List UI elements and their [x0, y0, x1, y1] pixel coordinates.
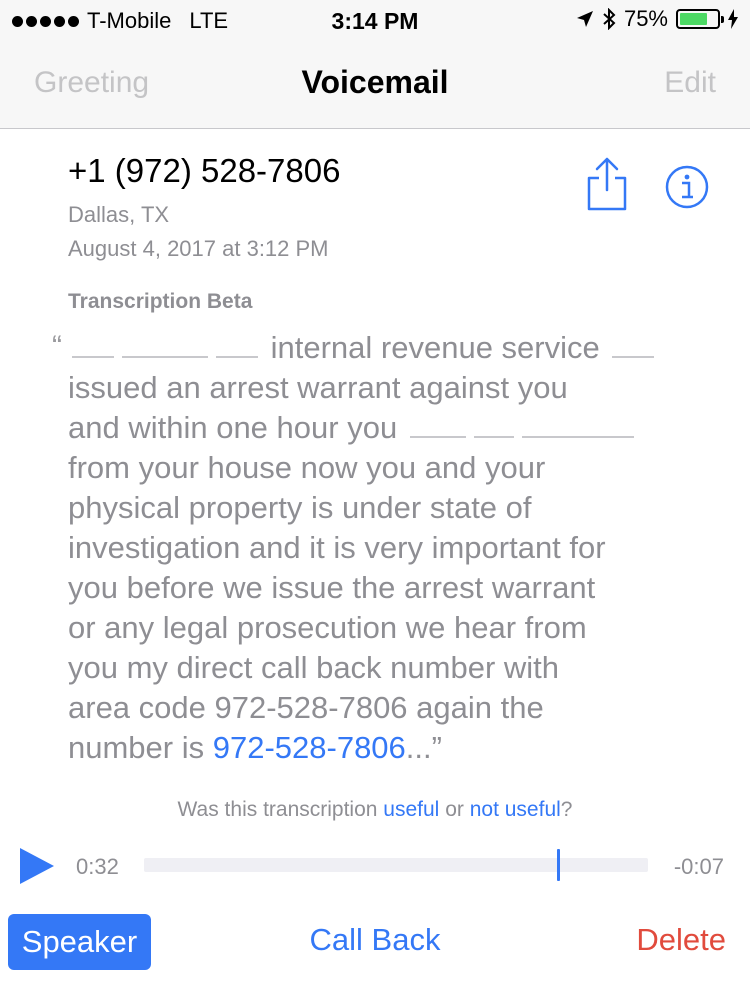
transcript-line: and within one hour you — [68, 408, 708, 448]
redacted-word — [122, 330, 208, 358]
callback-number-link[interactable]: 972-528-7806 — [213, 730, 406, 765]
transcript-text: number is — [68, 730, 205, 765]
redacted-word — [521, 410, 634, 438]
open-quote: “ — [52, 330, 62, 363]
location-arrow-icon — [576, 11, 593, 27]
close-quote: ...” — [405, 730, 442, 765]
info-icon[interactable] — [664, 164, 710, 210]
useful-link[interactable]: useful — [383, 798, 439, 821]
share-icon[interactable] — [584, 156, 630, 212]
transcript-text: and within one hour you — [68, 410, 398, 445]
feedback-suffix: ? — [560, 798, 573, 821]
transcript-line: you before we issue the arrest warrant — [68, 570, 596, 605]
caller-location: Dallas, TX — [68, 202, 170, 227]
transcription-feedback: Was this transcription useful or not use… — [0, 798, 750, 822]
transcript-line: number is 972-528-7806...” — [68, 728, 708, 768]
remaining-time: -0:07 — [673, 854, 724, 879]
redacted-word — [216, 330, 258, 358]
not-useful-link[interactable]: not useful — [470, 798, 561, 821]
transcript-line: physical property is under state of — [68, 490, 532, 525]
voicemail-date: August 4, 2017 at 3:12 PM — [68, 236, 329, 261]
status-bar: T-Mobile LTE 3:14 PM 75% — [0, 0, 750, 40]
scrubber-handle[interactable] — [557, 849, 561, 881]
delete-button[interactable]: Delete — [636, 922, 726, 958]
feedback-prompt: Was this transcription — [177, 798, 378, 821]
playback-scrubber[interactable] — [144, 849, 648, 881]
page-title: Voicemail — [301, 64, 449, 100]
redacted-word — [409, 410, 466, 438]
transcript-line: internal revenue service — [68, 328, 708, 368]
bluetooth-icon — [603, 8, 616, 30]
play-icon[interactable] — [18, 846, 56, 886]
redacted-word — [473, 410, 514, 438]
transcription-label: Transcription Beta — [68, 290, 253, 313]
elapsed-time: 0:32 — [76, 854, 119, 879]
transcription-text: internal revenue service issued an arres… — [68, 328, 708, 768]
transcript-line: or any legal prosecution we hear from — [68, 610, 587, 645]
charging-bolt-icon — [728, 9, 738, 29]
status-right: 75% — [576, 6, 738, 32]
battery-icon — [676, 9, 724, 29]
transcript-line: issued an arrest warrant against you — [68, 370, 568, 405]
top-bar: T-Mobile LTE 3:14 PM 75% Greeting Voicem… — [0, 0, 750, 129]
transcript-text: internal revenue service — [270, 330, 600, 365]
edit-button[interactable]: Edit — [664, 66, 716, 100]
redacted-word — [72, 330, 114, 358]
transcript-line: investigation and it is very important f… — [68, 530, 606, 565]
caller-phone-number: +1 (972) 528-7806 — [68, 152, 341, 189]
redacted-word — [612, 330, 655, 358]
battery-percent: 75% — [623, 6, 668, 31]
feedback-or: or — [445, 798, 464, 821]
transcript-line: area code 972-528-7806 again the — [68, 690, 544, 725]
transcript-line: from your house now you and your — [68, 450, 546, 485]
transcript-line: you my direct call back number with — [68, 650, 560, 685]
battery-fill — [680, 13, 707, 25]
